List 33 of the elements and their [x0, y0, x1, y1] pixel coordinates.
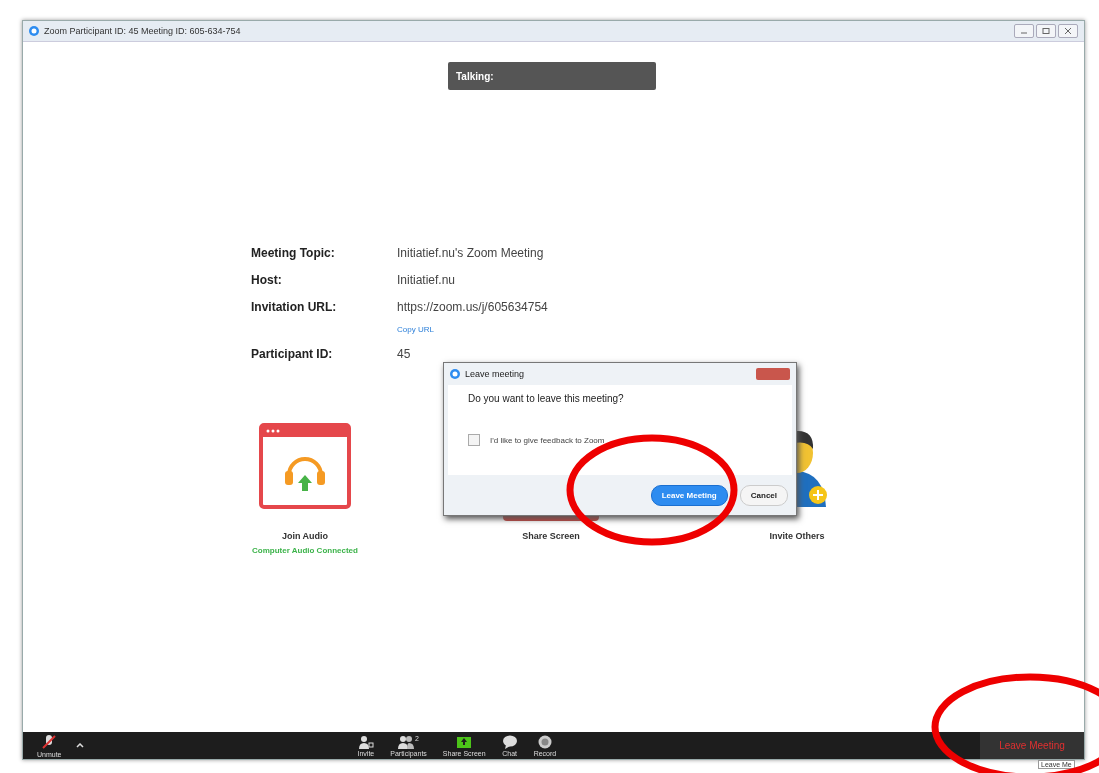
- headphones-window-icon[interactable]: [259, 423, 351, 509]
- dialog-message: Do you want to leave this meeting?: [468, 393, 625, 404]
- chat-bubble-icon: [501, 734, 518, 749]
- dialog-title: Leave meeting: [465, 369, 525, 379]
- zoom-logo-icon: [450, 369, 460, 379]
- talking-indicator: Talking:: [448, 62, 656, 90]
- record-icon: [537, 734, 552, 749]
- checkbox-label: I'd like to give feedback to Zoom: [490, 435, 605, 445]
- info-value: https://zoom.us/j/605634754: [397, 300, 548, 314]
- info-label: Host:: [251, 273, 283, 287]
- muted-microphone-icon: [41, 733, 58, 750]
- feedback-checkbox[interactable]: [468, 434, 480, 446]
- info-value: 45: [397, 347, 412, 361]
- info-label: Invitation URL:: [251, 300, 338, 314]
- people-icon: [398, 734, 415, 749]
- zoom-logo-icon: [29, 26, 39, 36]
- action-label[interactable]: Join Audio: [281, 531, 329, 541]
- info-label: Meeting Topic:: [251, 246, 336, 260]
- caret-icon[interactable]: [75, 743, 84, 748]
- audio-status: Computer Audio Connected: [252, 546, 358, 555]
- info-value: Initiatief.nu: [397, 273, 457, 287]
- action-label[interactable]: Invite Others: [769, 531, 825, 541]
- maximize-icon: [1042, 28, 1050, 34]
- copy-url-link[interactable]: Copy URL: [397, 325, 548, 334]
- close-icon: [1064, 28, 1072, 34]
- maximize-button[interactable]: [1036, 24, 1056, 38]
- window-title: Zoom Participant ID: 45 Meeting ID: 605-634-754: [44, 26, 241, 36]
- close-button[interactable]: [1058, 24, 1078, 38]
- cancel-button[interactable]: Cancel: [739, 484, 788, 506]
- action-label[interactable]: Share Screen: [522, 531, 580, 541]
- info-value: Initiatief.nu's Zoom Meeting: [397, 246, 545, 260]
- info-label: Participant ID:: [251, 347, 334, 361]
- person-add-icon: [357, 734, 374, 749]
